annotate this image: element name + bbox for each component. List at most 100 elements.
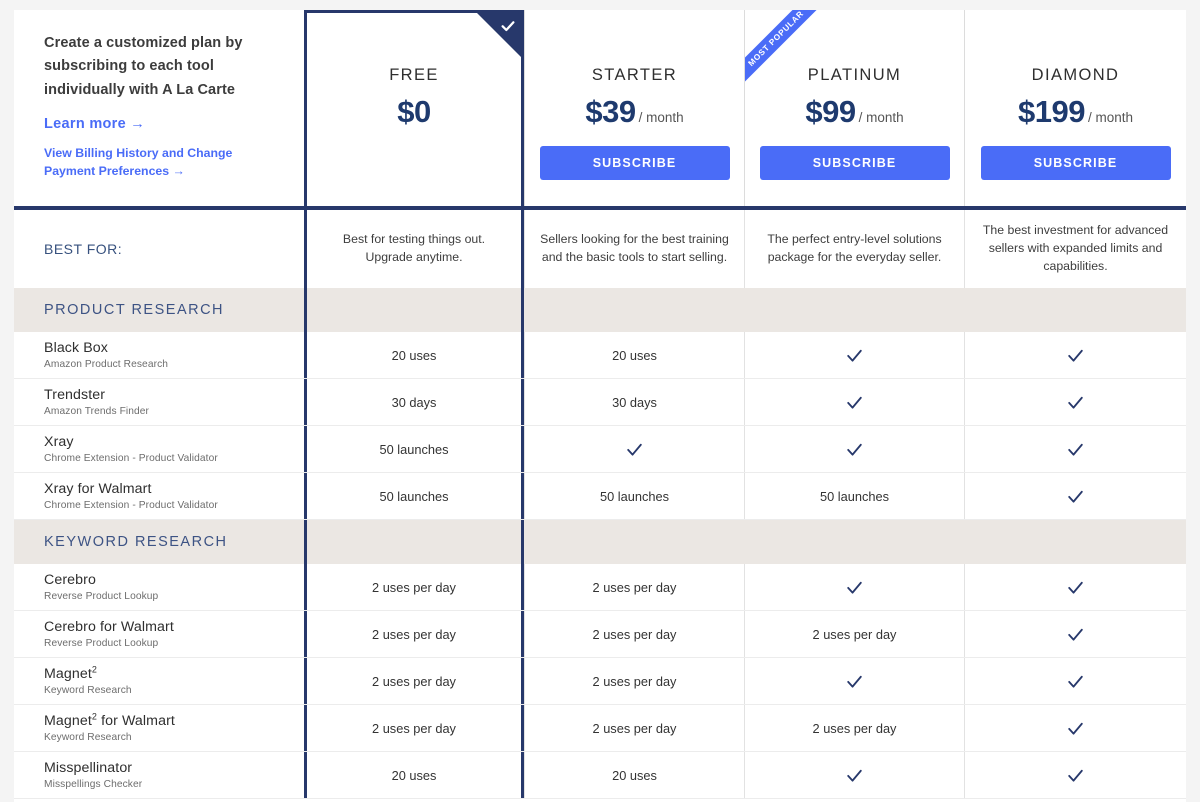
feature-name: Cerebro for Walmart [44,618,174,635]
feature-subtitle: Misspellings Checker [44,779,143,791]
check-icon [847,769,862,782]
plan-header-diamond[interactable]: DIAMOND $199/ month SUBSCRIBE [964,10,1186,206]
table-row: Magnet2 Keyword Research 2 uses per day 2 u… [14,658,1186,705]
best-for-platinum: The perfect entry-level solutions packag… [744,210,964,288]
value-cell-free: 20 uses [304,332,524,378]
table-row: Cerebro Reverse Product Lookup 2 uses per … [14,564,1186,611]
value-cell-free: 50 launches [304,473,524,519]
table-row: Trendster Amazon Trends Finder 30 days 30 d… [14,379,1186,426]
plans-header-row: Create a customized plan by subscribing … [14,10,1186,206]
feature-subtitle: Reverse Product Lookup [44,591,159,603]
value-cell-diamond [964,473,1186,519]
plan-price-line: $39/ month [525,94,744,130]
value-cell-diamond [964,658,1186,704]
value-cell-platinum [744,332,964,378]
check-icon [847,443,862,456]
check-icon [1068,349,1083,362]
feature-label-cell: Black Box Amazon Product Research [14,332,304,378]
feature-label-cell: Cerebro for Walmart Reverse Product Looku… [14,611,304,657]
check-icon [1068,581,1083,594]
value-cell-diamond [964,705,1186,751]
feature-subtitle: Reverse Product Lookup [44,638,159,650]
plan-header-platinum[interactable]: MOST POPULAR PLATINUM $99/ month SUBSCRI… [744,10,964,206]
plan-price: $0 [397,94,431,129]
section-header-band: KEYWORD RESEARCH [14,520,1186,564]
pricing-comparison-page: Create a customized plan by subscribing … [0,0,1200,802]
feature-name: Xray for Walmart [44,480,152,497]
value-cell-platinum [744,564,964,610]
value-cell-starter: 2 uses per day [524,658,744,704]
value-cell-starter: 30 days [524,379,744,425]
feature-subtitle: Amazon Trends Finder [44,406,150,418]
plan-name: PLATINUM [807,66,902,84]
check-icon [847,349,862,362]
value-cell-free: 2 uses per day [304,705,524,751]
value-cell-starter: 20 uses [524,332,744,378]
feature-label-cell: Misspellinator Misspellings Checker [14,752,304,798]
value-cell-starter: 2 uses per day [524,705,744,751]
feature-name: Magnet2 [44,664,98,682]
best-for-label: BEST FOR: [44,241,123,257]
table-row: Black Box Amazon Product Research 20 uses 2… [14,332,1186,379]
pricing-table-sheet: Create a customized plan by subscribing … [14,10,1186,802]
value-cell-platinum: 2 uses per day [744,705,964,751]
value-cell-platinum [744,426,964,472]
value-cell-platinum: 50 launches [744,473,964,519]
section-header-band: PRODUCT RESEARCH [14,288,1186,332]
value-cell-free: 20 uses [304,752,524,798]
intro-description: Create a customized plan by subscribing … [44,35,243,98]
section-title: PRODUCT RESEARCH [44,302,225,318]
feature-subtitle: Keyword Research [44,685,132,697]
value-cell-free: 50 launches [304,426,524,472]
value-cell-starter: 50 launches [524,473,744,519]
feature-subtitle: Amazon Product Research [44,359,169,371]
value-cell-free: 2 uses per day [304,564,524,610]
value-cell-starter: 2 uses per day [524,611,744,657]
check-icon [847,581,862,594]
selected-column-edge-right [521,288,524,332]
feature-subtitle: Keyword Research [44,732,132,744]
value-cell-diamond [964,379,1186,425]
subscribe-button-starter[interactable]: SUBSCRIBE [539,146,730,180]
plan-name: FREE [389,66,439,84]
plan-period: / month [638,110,684,125]
plan-price: $39 [585,94,636,129]
plan-price: $99 [805,94,856,129]
table-row: Xray for Walmart Chrome Extension - Produ… [14,473,1186,520]
feature-label-cell: Xray for Walmart Chrome Extension - Produ… [14,473,304,519]
value-cell-platinum: 2 uses per day [744,611,964,657]
section-title: KEYWORD RESEARCH [44,534,228,550]
check-icon [501,21,515,32]
feature-name: Magnet2 for Walmart [44,711,175,729]
billing-history-link[interactable]: View Billing History and Change Payment … [44,145,274,181]
plan-name: STARTER [591,66,678,84]
plan-price-line: $0 [307,94,521,130]
best-for-starter: Sellers looking for the best training an… [524,210,744,288]
value-cell-free: 30 days [304,379,524,425]
subscribe-button-diamond[interactable]: SUBSCRIBE [980,146,1171,180]
value-cell-starter [524,426,744,472]
subscribe-button-platinum[interactable]: SUBSCRIBE [759,146,950,180]
feature-name: Misspellinator [44,759,133,776]
feature-subtitle: Chrome Extension - Product Validator [44,500,218,512]
plan-header-free[interactable]: FREE $0 [304,10,524,206]
check-icon [847,675,862,688]
plan-price-line: $99/ month [745,94,964,130]
selected-column-edge-left [304,288,307,332]
best-for-row: BEST FOR: Best for testing things out. U… [14,210,1186,288]
value-cell-platinum [744,752,964,798]
feature-name: Xray [44,433,74,450]
learn-more-link[interactable]: Learn more → [44,116,274,132]
table-row: Magnet2 for Walmart Keyword Research 2 use… [14,705,1186,752]
plan-header-starter[interactable]: STARTER $39/ month SUBSCRIBE [524,10,744,206]
check-icon [1068,628,1083,641]
feature-name: Trendster [44,386,106,403]
check-icon [1068,769,1083,782]
feature-label-cell: Trendster Amazon Trends Finder [14,379,304,425]
value-cell-starter: 20 uses [524,752,744,798]
table-row: Xray Chrome Extension - Product Validator… [14,426,1186,473]
check-icon [627,443,642,456]
value-cell-diamond [964,332,1186,378]
feature-label-cell: Magnet2 for Walmart Keyword Research [14,705,304,751]
feature-name: Black Box [44,339,108,356]
